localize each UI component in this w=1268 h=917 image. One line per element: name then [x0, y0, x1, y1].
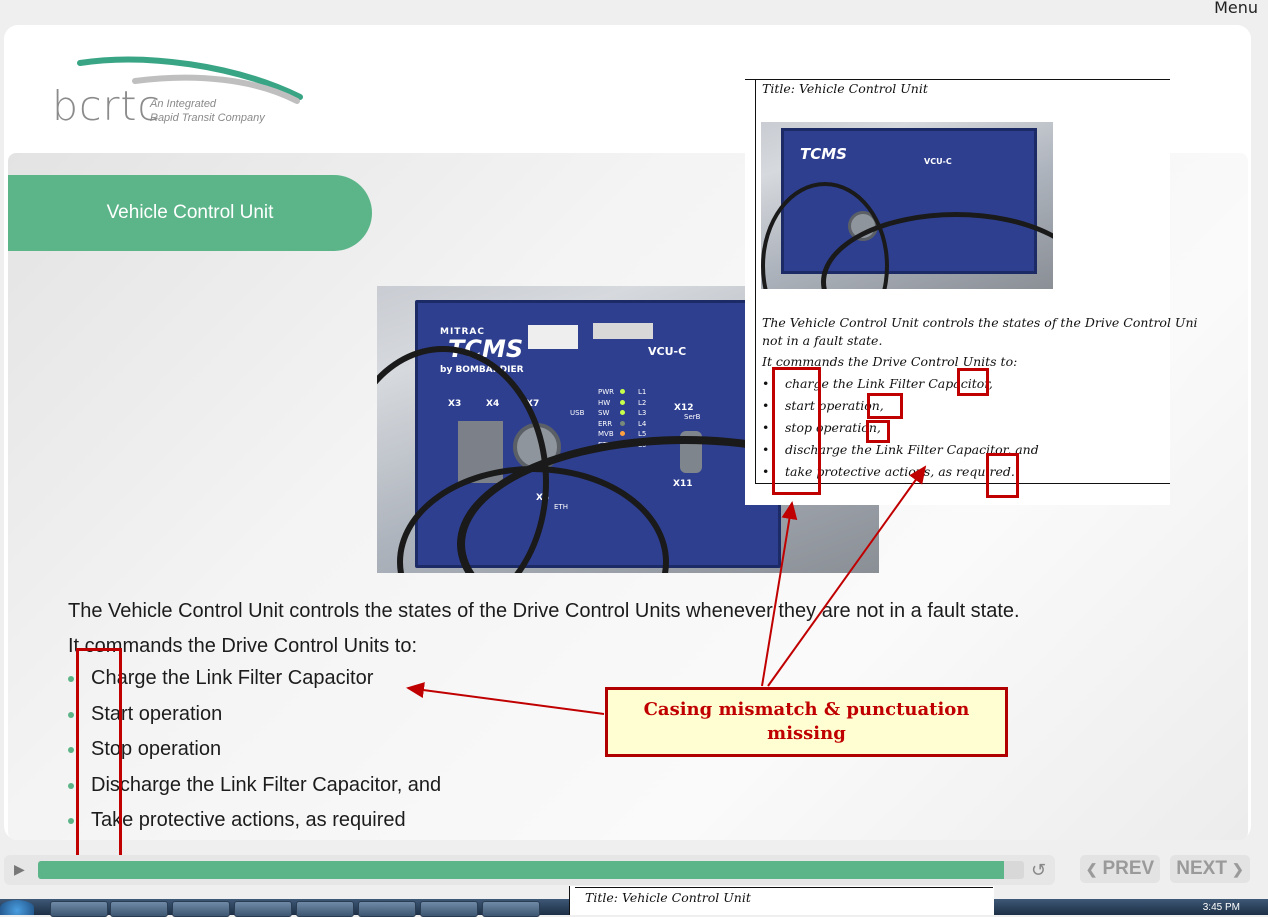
doc-border-top — [745, 79, 1170, 80]
led-legend: PWR HW SW ERR MVB ETH — [598, 388, 615, 449]
bullet-item: Stop operation — [68, 732, 441, 768]
serial-label — [593, 323, 653, 339]
doc-preview-border — [575, 887, 993, 888]
qr-code — [528, 325, 578, 349]
annotation-box-doc-punct — [986, 453, 1019, 498]
start-button[interactable] — [0, 900, 34, 915]
menu-button[interactable]: Menu — [1214, 0, 1258, 17]
callout-box: Casing mismatch & punctuation missing — [605, 687, 1008, 757]
port-serb-label: SerB — [684, 413, 701, 421]
doc-photo-model: VCU-C — [924, 157, 952, 166]
doc-paragraph-1b: not in a fault state. — [762, 333, 883, 348]
doc-preview-title: Title: Vehicle Control Unit — [585, 890, 751, 905]
bullet-item: Take protective actions, as required — [68, 803, 441, 839]
logo-tagline-line-2: Rapid Transit Company — [150, 112, 265, 124]
logo-wordmark: bcrtc — [52, 82, 162, 130]
prev-label: PREV — [1102, 858, 1155, 879]
logo-tagline-line-1: An Integrated — [150, 98, 217, 110]
port-x12-label: X12 — [674, 403, 694, 413]
slide-body: The Vehicle Control Unit controls the st… — [68, 594, 1020, 664]
bullet-list: Charge the Link Filter Capacitor Start o… — [68, 661, 441, 839]
port-usb-label: USB — [570, 409, 585, 417]
paragraph-2: It commands the Drive Control Units to: — [68, 635, 418, 657]
annotation-box-doc-punct — [957, 368, 989, 396]
prev-button[interactable]: ❮ PREV — [1080, 855, 1160, 883]
doc-photo: TCMS VCU-C — [761, 122, 1053, 289]
callout-text: Casing mismatch & punctuation missing — [643, 699, 970, 744]
doc-title: Title: Vehicle Control Unit — [762, 81, 928, 96]
chevron-left-icon: ❮ — [1085, 860, 1098, 877]
next-label: NEXT — [1176, 858, 1227, 879]
doc-border-left — [755, 79, 756, 484]
annotation-box-doc-casing — [772, 367, 821, 495]
bullet-item: Discharge the Link Filter Capacitor, and — [68, 768, 441, 804]
progress-fill — [38, 861, 1005, 879]
bullet-item: Start operation — [68, 697, 441, 733]
doc-photo-product: TCMS — [800, 145, 847, 163]
annotation-box-slide-casing — [76, 648, 122, 858]
play-icon[interactable]: ▶ — [14, 862, 30, 878]
progress-bar[interactable] — [38, 861, 1024, 879]
paragraph-1: The Vehicle Control Unit controls the st… — [68, 600, 1020, 622]
replay-icon[interactable]: ↺ — [1031, 860, 1046, 881]
slide-title: Vehicle Control Unit — [8, 175, 372, 251]
doc-paragraph-1a: The Vehicle Control Unit controls the st… — [762, 315, 1198, 330]
annotation-box-doc-punct — [866, 420, 890, 443]
bullet-item: Charge the Link Filter Capacitor — [68, 661, 441, 697]
chevron-right-icon: ❯ — [1231, 860, 1244, 877]
next-button[interactable]: NEXT ❯ — [1170, 855, 1250, 883]
annotation-box-doc-punct — [867, 393, 903, 419]
logo-tagline: An Integrated Rapid Transit Company — [150, 97, 265, 125]
photo-model: VCU-C — [648, 345, 687, 358]
taskbar-clock: 3:45 PM — [1202, 902, 1240, 913]
led-column — [620, 389, 625, 447]
